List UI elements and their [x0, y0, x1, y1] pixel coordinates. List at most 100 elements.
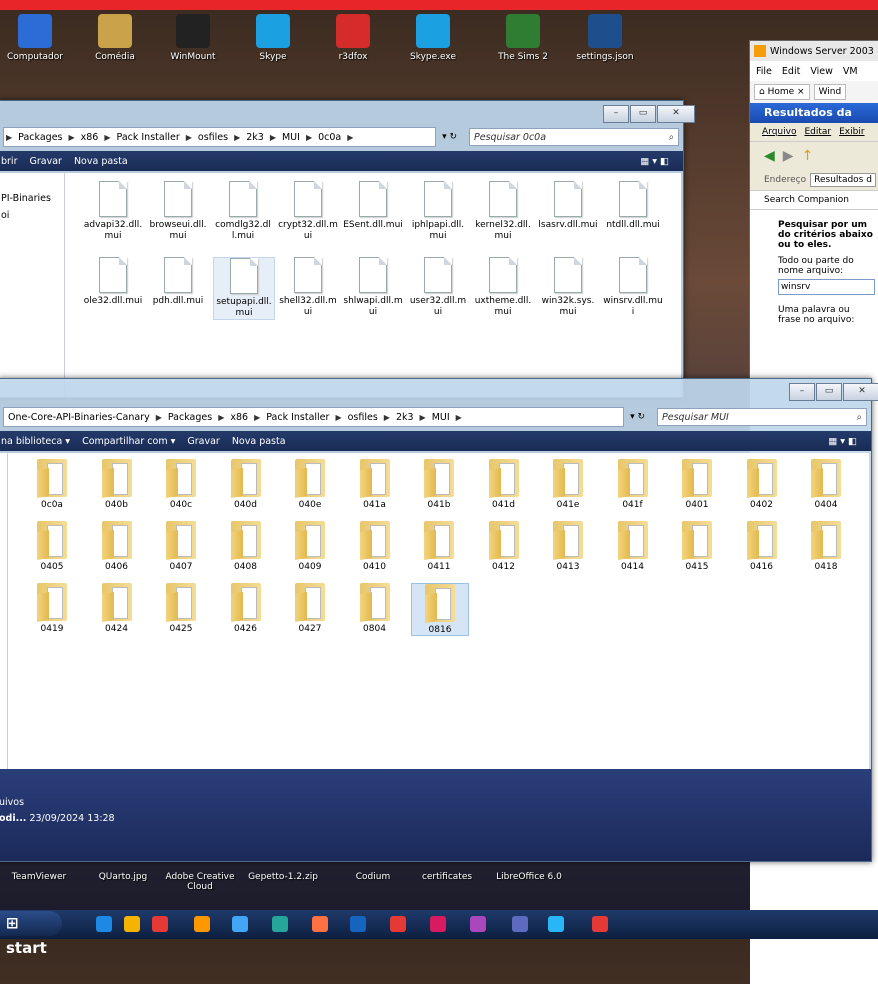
breadcrumb-item[interactable]: 2k3 [392, 412, 418, 423]
desktop-file[interactable]: TeamViewer [4, 872, 74, 882]
folder-item[interactable]: 041a [347, 459, 403, 510]
file-item[interactable]: shell32.dll.mui [278, 257, 338, 318]
breadcrumb-separator-icon[interactable]: ▶ [4, 133, 14, 142]
taskbar-app-icon[interactable] [272, 916, 288, 932]
desktop-icon[interactable]: Skype.exe [398, 14, 468, 62]
breadcrumb-item[interactable]: Pack Installer [113, 132, 184, 143]
breadcrumb-separator-icon[interactable]: ▶ [268, 133, 278, 142]
taskbar-app-icon[interactable] [548, 916, 564, 932]
folder-item[interactable]: 0816 [411, 583, 469, 636]
desktop-icon[interactable]: Computador [0, 14, 70, 62]
menu-item[interactable]: Exibir [839, 127, 864, 137]
taskbar-app-icon[interactable] [152, 916, 168, 932]
breadcrumb-separator-icon[interactable]: ▶ [216, 413, 226, 422]
breadcrumb[interactable]: One-Core-API-Binaries-Canary ▶ Packages ▶ x8… [3, 407, 625, 427]
desktop-file[interactable]: QUarto.jpg [88, 872, 158, 882]
folder-up-icon[interactable]: ↑ [802, 148, 814, 164]
maximize-button[interactable]: ▭ [816, 383, 842, 401]
tab-home[interactable]: ⌂ Home × [754, 84, 810, 100]
toolbar-button[interactable]: Nova pasta [232, 436, 286, 447]
close-button[interactable]: ✕ [657, 105, 695, 123]
file-item[interactable]: crypt32.dll.mui [278, 181, 338, 242]
view-options-icon[interactable]: ▦ ▾ ◧ [828, 436, 857, 447]
folder-item[interactable]: 0426 [218, 583, 274, 634]
file-item[interactable]: user32.dll.mui [408, 257, 468, 318]
breadcrumb[interactable]: ▶ Packages ▶ x86 ▶ Pack Installer ▶ osfiles ▶ 2k3… [3, 127, 437, 147]
taskbar-app-icon[interactable] [124, 916, 140, 932]
taskbar-app-icon[interactable] [96, 916, 112, 932]
start-button[interactable]: ⊞ start [0, 911, 62, 957]
folder-item[interactable]: 0413 [540, 521, 596, 572]
file-item[interactable]: win32k.sys.mui [538, 257, 598, 318]
folder-item[interactable]: 040d [218, 459, 274, 510]
view-options-icon[interactable]: ▦ ▾ ◧ [640, 156, 669, 167]
desktop-file[interactable]: Gepetto-1.2.zip [248, 872, 318, 882]
forward-icon[interactable]: ▶ [783, 148, 794, 164]
refresh-icon[interactable]: ▾ ↻ [442, 132, 457, 142]
file-item[interactable]: lsasrv.dll.mui [538, 181, 598, 231]
folder-item[interactable]: 041e [540, 459, 596, 510]
close-button[interactable]: ✕ [843, 383, 878, 401]
taskbar-app-icon[interactable] [312, 916, 328, 932]
search-input[interactable]: Pesquisar MUI ⌕ [657, 408, 867, 426]
file-item[interactable]: ole32.dll.mui [83, 257, 143, 307]
folder-item[interactable]: 040c [153, 459, 209, 510]
menu-item[interactable]: Arquivo [762, 127, 796, 137]
breadcrumb-separator-icon[interactable]: ▶ [304, 133, 314, 142]
folder-item[interactable]: 0404 [798, 459, 854, 510]
desktop-file[interactable]: Codium [338, 872, 408, 882]
folder-item[interactable]: 0424 [89, 583, 145, 634]
toolbar-button[interactable]: Gravar [29, 156, 61, 167]
breadcrumb-item[interactable]: MUI [278, 132, 304, 143]
toolbar-button[interactable]: brir [1, 156, 17, 167]
breadcrumb-item[interactable]: Packages [14, 132, 66, 143]
folder-item[interactable]: 0414 [605, 521, 661, 572]
folder-item[interactable]: 0418 [798, 521, 854, 572]
breadcrumb-item[interactable]: MUI [428, 412, 454, 423]
menu-item[interactable]: File [756, 66, 772, 77]
refresh-icon[interactable]: ▾ ↻ [630, 412, 645, 422]
folder-item[interactable]: 0406 [89, 521, 145, 572]
tab-windows[interactable]: Wind [813, 84, 847, 100]
toolbar-button[interactable]: na biblioteca ▾ [1, 436, 70, 447]
file-item[interactable]: comdlg32.dll.mui [213, 181, 273, 242]
folder-item[interactable]: 041b [411, 459, 467, 510]
taskbar-app-icon[interactable] [592, 916, 608, 932]
breadcrumb-separator-icon[interactable]: ▶ [454, 413, 464, 422]
breadcrumb-item[interactable]: osfiles [344, 412, 382, 423]
folder-item[interactable]: 040b [89, 459, 145, 510]
folder-item[interactable]: 0415 [669, 521, 725, 572]
folder-item[interactable]: 0804 [347, 583, 403, 634]
taskbar-app-icon[interactable] [194, 916, 210, 932]
maximize-button[interactable]: ▭ [630, 105, 656, 123]
desktop-icon[interactable]: Skype [238, 14, 308, 62]
folder-item[interactable]: 0419 [24, 583, 80, 634]
folder-item[interactable]: 0401 [669, 459, 725, 510]
file-item[interactable]: kernel32.dll.mui [473, 181, 533, 242]
taskbar-app-icon[interactable] [232, 916, 248, 932]
desktop-icon[interactable]: r3dfox [318, 14, 388, 62]
toolbar-button[interactable]: Nova pasta [74, 156, 128, 167]
breadcrumb-item[interactable]: x86 [226, 412, 252, 423]
folder-item[interactable]: 041f [605, 459, 661, 510]
breadcrumb-item[interactable]: osfiles [194, 132, 232, 143]
menu-item[interactable]: Edit [782, 66, 800, 77]
breadcrumb-item[interactable]: 0c0a [314, 132, 345, 143]
file-item[interactable]: advapi32.dll.mui [83, 181, 143, 242]
desktop-icon[interactable]: settings.json [570, 14, 640, 62]
folder-item[interactable]: 0416 [734, 521, 790, 572]
folder-item[interactable]: 0411 [411, 521, 467, 572]
folder-item[interactable]: 0412 [476, 521, 532, 572]
file-item[interactable]: uxtheme.dll.mui [473, 257, 533, 318]
file-item[interactable]: ntdll.dll.mui [603, 181, 663, 231]
folder-item[interactable]: 041d [476, 459, 532, 510]
breadcrumb-item[interactable]: Packages [164, 412, 216, 423]
nav-item[interactable]: PI-Binaries [1, 193, 64, 204]
breadcrumb-separator-icon[interactable]: ▶ [66, 133, 76, 142]
breadcrumb-separator-icon[interactable]: ▶ [252, 413, 262, 422]
desktop-file[interactable]: Adobe Creative Cloud [160, 872, 240, 892]
file-item[interactable]: shlwapi.dll.mui [343, 257, 403, 318]
desktop-icon[interactable]: Comédia [80, 14, 150, 62]
breadcrumb-separator-icon[interactable]: ▶ [333, 413, 343, 422]
taskbar-app-icon[interactable] [430, 916, 446, 932]
